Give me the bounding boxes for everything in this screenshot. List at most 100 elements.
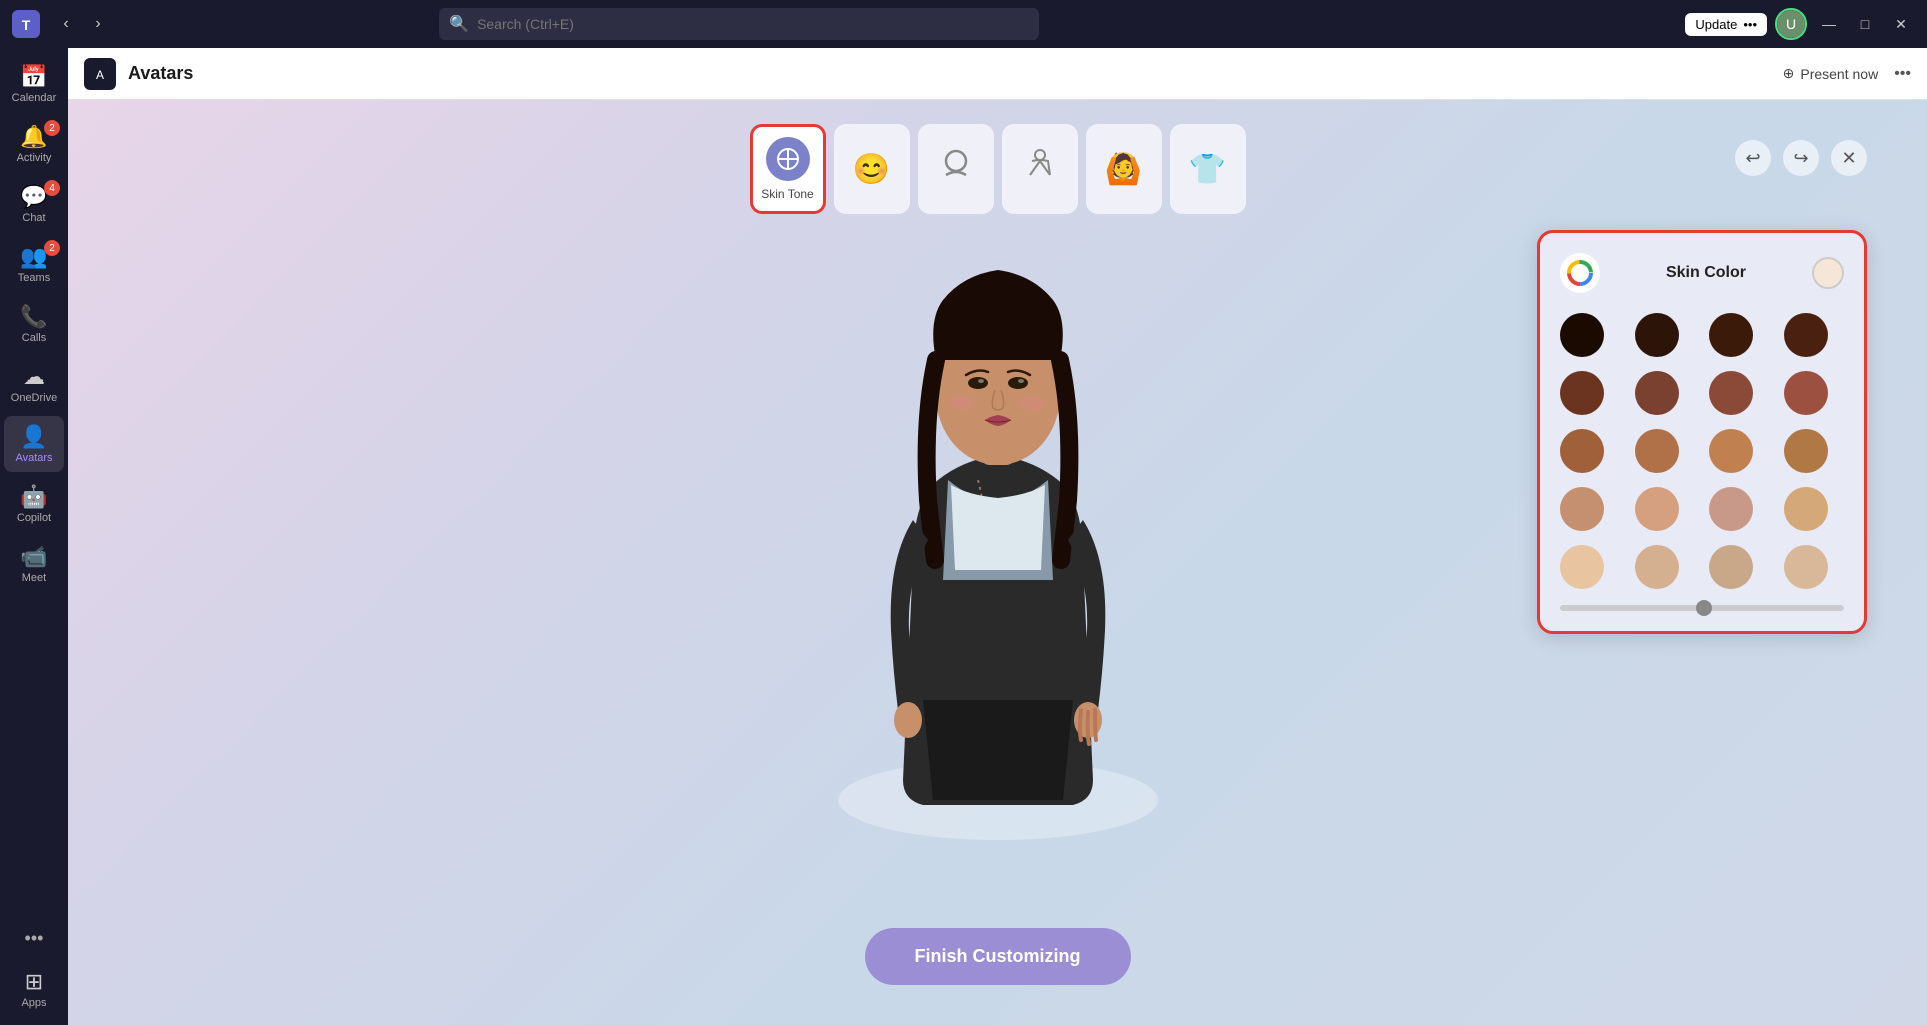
forward-button[interactable]: ›	[84, 10, 112, 38]
sidebar-item-calendar[interactable]: 📅 Calendar	[4, 56, 64, 112]
header-right: ⊕ Present now •••	[1775, 61, 1911, 86]
sidebar-more-button[interactable]: •••	[17, 920, 52, 957]
face-icon: 😊	[853, 152, 890, 187]
panel-logo	[1560, 253, 1600, 293]
update-dots: •••	[1743, 17, 1757, 32]
titlebar: T ‹ › 🔍 Update ••• U — □ ✕	[0, 0, 1927, 48]
sidebar-label-apps: Apps	[21, 997, 46, 1009]
skin-tone-label: Skin Tone	[761, 187, 813, 201]
skin-swatch-4-3[interactable]	[1709, 487, 1753, 531]
svg-text:T: T	[22, 17, 31, 33]
sidebar-label-calls: Calls	[22, 332, 46, 344]
chat-badge: 4	[44, 180, 60, 196]
skin-swatch-5-1[interactable]	[1560, 545, 1604, 589]
present-now-button[interactable]: ⊕ Present now	[1775, 61, 1887, 86]
meet-icon: 📹	[20, 544, 47, 570]
skin-panel-title: Skin Color	[1666, 264, 1746, 282]
page-title: Avatars	[128, 63, 193, 84]
back-button[interactable]: ‹	[52, 10, 80, 38]
apps-icon: ⊞	[25, 969, 43, 995]
teams-logo: T	[12, 10, 40, 38]
skin-swatch-3-2[interactable]	[1635, 429, 1679, 473]
sidebar-item-chat[interactable]: 💬 4 Chat	[4, 176, 64, 232]
redo-button[interactable]: ↪	[1783, 140, 1819, 176]
sidebar-item-calls[interactable]: 📞 Calls	[4, 296, 64, 352]
minimize-button[interactable]: —	[1815, 10, 1843, 38]
present-label: Present now	[1800, 66, 1878, 82]
sidebar: 📅 Calendar 🔔 2 Activity 💬 4 Chat 👥 2 Tea…	[0, 48, 68, 1025]
skin-swatch-2-4[interactable]	[1784, 371, 1828, 415]
sidebar-item-meet[interactable]: 📹 Meet	[4, 536, 64, 592]
app-header: A Avatars ⊕ Present now •••	[68, 48, 1927, 100]
teams-badge: 2	[44, 240, 60, 256]
sidebar-item-teams[interactable]: 👥 2 Teams	[4, 236, 64, 292]
skin-swatch-2-1[interactable]	[1560, 371, 1604, 415]
svg-text:A: A	[96, 68, 104, 82]
skin-swatch-1-1[interactable]	[1560, 313, 1604, 357]
skin-tone-icon	[766, 137, 810, 181]
avatar-display	[773, 220, 1223, 860]
skin-swatch-3-4[interactable]	[1784, 429, 1828, 473]
app-icon: A	[84, 58, 116, 90]
sidebar-label-onedrive: OneDrive	[11, 392, 57, 404]
skin-swatch-1-2[interactable]	[1635, 313, 1679, 357]
toolbar-skin-tone[interactable]: Skin Tone	[750, 124, 826, 214]
toolbar-face[interactable]: 😊	[834, 124, 910, 214]
search-input[interactable]	[477, 16, 1029, 32]
skin-tone-slider[interactable]	[1560, 605, 1844, 611]
skin-swatch-3-3[interactable]	[1709, 429, 1753, 473]
sidebar-item-onedrive[interactable]: ☁ OneDrive	[4, 356, 64, 412]
sidebar-label-activity: Activity	[17, 152, 52, 164]
sidebar-label-avatars: Avatars	[15, 452, 52, 464]
body-icon	[1022, 147, 1058, 191]
sidebar-item-apps[interactable]: ⊞ Apps	[4, 961, 64, 1017]
sidebar-label-chat: Chat	[22, 212, 45, 224]
workspace: Skin Tone 😊	[68, 100, 1927, 1025]
skin-swatch-5-3[interactable]	[1709, 545, 1753, 589]
titlebar-right: Update ••• U — □ ✕	[1685, 8, 1915, 40]
sidebar-item-activity[interactable]: 🔔 2 Activity	[4, 116, 64, 172]
update-button[interactable]: Update •••	[1685, 13, 1767, 36]
toolbar-pose[interactable]: 🙆	[1086, 124, 1162, 214]
search-bar[interactable]: 🔍	[439, 8, 1039, 40]
toolbar-actions: ↩ ↪ ✕	[1735, 140, 1867, 176]
skin-swatch-4-4[interactable]	[1784, 487, 1828, 531]
skin-swatch-1-3[interactable]	[1709, 313, 1753, 357]
pose-icon: 🙆	[1105, 152, 1142, 187]
present-icon: ⊕	[1783, 65, 1795, 82]
skin-panel-header: Skin Color	[1560, 253, 1844, 293]
close-editor-button[interactable]: ✕	[1831, 140, 1867, 176]
header-more-button[interactable]: •••	[1894, 65, 1911, 83]
sidebar-label-meet: Meet	[22, 572, 46, 584]
skin-swatch-5-2[interactable]	[1635, 545, 1679, 589]
skin-color-panel: Skin Color	[1537, 230, 1867, 634]
skin-swatch-2-3[interactable]	[1709, 371, 1753, 415]
skin-swatch-1-4[interactable]	[1784, 313, 1828, 357]
maximize-button[interactable]: □	[1851, 10, 1879, 38]
main-content: A Avatars ⊕ Present now •••	[68, 48, 1927, 1025]
close-button[interactable]: ✕	[1887, 10, 1915, 38]
customization-toolbar: Skin Tone 😊	[750, 124, 1246, 214]
sidebar-label-calendar: Calendar	[12, 92, 57, 104]
toolbar-head[interactable]	[918, 124, 994, 214]
activity-badge: 2	[44, 120, 60, 136]
finish-customizing-button[interactable]: Finish Customizing	[865, 928, 1131, 985]
skin-swatch-5-4[interactable]	[1784, 545, 1828, 589]
skin-swatch-3-1[interactable]	[1560, 429, 1604, 473]
sidebar-item-copilot[interactable]: 🤖 Copilot	[4, 476, 64, 532]
skin-slider-thumb[interactable]	[1696, 600, 1712, 616]
skin-swatch-4-1[interactable]	[1560, 487, 1604, 531]
user-avatar[interactable]: U	[1775, 8, 1807, 40]
toolbar-body[interactable]	[1002, 124, 1078, 214]
skin-swatch-2-2[interactable]	[1635, 371, 1679, 415]
app-layout: 📅 Calendar 🔔 2 Activity 💬 4 Chat 👥 2 Tea…	[0, 48, 1927, 1025]
calls-icon: 📞	[20, 304, 47, 330]
toolbar-outfit[interactable]: 👕	[1170, 124, 1246, 214]
sidebar-label-copilot: Copilot	[17, 512, 51, 524]
sidebar-item-avatars[interactable]: 👤 Avatars	[4, 416, 64, 472]
skin-swatch-4-2[interactable]	[1635, 487, 1679, 531]
skin-selected-swatch	[1812, 257, 1844, 289]
avatars-icon: 👤	[20, 424, 47, 450]
head-icon	[938, 147, 974, 191]
undo-button[interactable]: ↩	[1735, 140, 1771, 176]
